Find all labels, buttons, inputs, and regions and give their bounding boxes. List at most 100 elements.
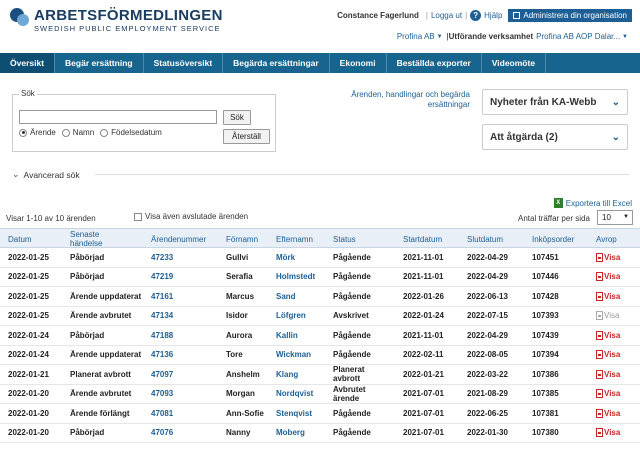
col-startdatum[interactable]: Startdatum [403,229,442,249]
radio-arende[interactable]: Ärende [19,128,56,137]
cell-inkopsorder: 107393 [532,311,559,321]
admin-organisation-button[interactable]: Administrera din organisation [508,9,632,22]
radio-namn[interactable]: Namn [61,128,94,137]
col-slutdatum[interactable]: Slutdatum [467,229,503,249]
cases-help-link[interactable]: Ärenden, handlingar och begärda ersättni… [340,90,470,110]
todo-panel[interactable]: Att åtgärda (2) ⌄ [482,124,628,150]
case-number-link[interactable]: 47233 [151,248,173,267]
col-inkopsorder[interactable]: Inköpsorder [532,229,574,249]
chevron-down-icon[interactable]: ▼ [437,34,443,40]
export-excel-link[interactable]: X Exportera till Excel [553,198,632,208]
nav-statusoversikt[interactable]: Statusöversikt [144,53,224,73]
nav-begar-ersattning[interactable]: Begär ersättning [55,53,144,73]
avrop-link[interactable]: Visa [596,268,620,287]
last-name-link[interactable]: Klang [276,365,298,384]
cell-senaste-handelse: Ärende avbrutet [70,311,132,321]
cell-status: Pågående [333,408,371,418]
news-panel[interactable]: Nyheter från KA-Webb ⌄ [482,89,628,115]
cell-senaste-handelse: Påbörjad [70,252,105,262]
organisation-selector[interactable]: Profina AB ▼ | Utförande verksamhet Prof… [397,32,632,41]
cases-table: Datum Senaste händelse Ärendenummer Förn… [0,228,640,443]
col-fornamn[interactable]: Förnamn [226,229,258,249]
col-status[interactable]: Status [333,229,356,249]
per-page-label: Antal träffar per sida [518,214,590,223]
table-body: 2022-01-25 Påbörjad 47233 Gullvi Mörk Pågåend… [0,248,640,443]
per-page-select[interactable]: 10 ▼ [597,210,633,225]
case-number-link[interactable]: 47093 [151,385,173,404]
cell-startdatum: 2022-01-26 [403,291,444,301]
last-name-link[interactable]: Holmstedt [276,268,315,287]
org-value[interactable]: Profina AB AOP Dalar... [536,32,620,41]
cell-fornamn: Gullvi [226,252,249,262]
cell-slutdatum: 2022-04-29 [467,330,508,340]
radio-fodelsedatum[interactable]: Födelsedatum [100,128,162,137]
cell-datum: 2022-01-25 [8,252,49,262]
avrop-link[interactable]: Visa [596,248,620,267]
last-name-link[interactable]: Nordqvist [276,385,313,404]
logo[interactable]: ARBETSFÖRMEDLINGEN SWEDISH PUBLIC EMPLOY… [10,8,223,34]
col-arendenummer[interactable]: Ärendenummer [151,229,206,249]
nav-begarda-ersattningar[interactable]: Begärda ersättningar [223,53,330,73]
avrop-link[interactable]: Visa [596,326,620,345]
logo-name: ARBETSFÖRMEDLINGEN [34,7,223,24]
chevron-down-icon[interactable]: ▼ [622,34,628,40]
cell-startdatum: 2021-11-01 [403,252,444,262]
last-name-link[interactable]: Stenqvist [276,404,312,423]
col-efternamn[interactable]: Efternamn [276,229,313,249]
cell-status: Avbrutet ärende [333,384,366,403]
pdf-icon [596,350,603,360]
last-name-link[interactable]: Moberg [276,424,305,443]
last-name-link[interactable]: Sand [276,287,296,306]
help-link[interactable]: Hjälp [484,11,502,20]
last-name-link[interactable]: Mörk [276,248,295,267]
avrop-link[interactable]: Visa [596,287,620,306]
reset-button[interactable]: Återställ [223,129,270,144]
case-number-link[interactable]: 47076 [151,424,173,443]
last-name-link[interactable]: Löfgren [276,307,306,326]
avrop-link[interactable]: Visa [596,424,620,443]
table-row: 2022-01-20 Påbörjad 47076 Nanny Moberg Pågåen… [0,424,640,443]
table-row: 2022-01-24 Ärende uppdaterat 47136 Tore Wick… [0,346,640,365]
logo-mark-icon [10,8,30,28]
case-number-link[interactable]: 47097 [151,365,173,384]
avrop-link[interactable]: Visa [596,365,620,384]
cell-startdatum: 2021-07-01 [403,428,444,438]
case-number-link[interactable]: 47219 [151,268,173,287]
cell-fornamn: Morgan [226,389,255,399]
avrop-link: Visa [596,307,619,326]
avrop-link[interactable]: Visa [596,404,620,423]
help-icon[interactable]: ? [470,10,482,21]
case-number-link[interactable]: 47081 [151,404,173,423]
cell-senaste-handelse: Ärende förlängt [70,408,130,418]
case-number-link[interactable]: 47188 [151,326,173,345]
avrop-link[interactable]: Visa [596,385,620,404]
cell-fornamn: Ann-Sofie [226,408,264,418]
company-name[interactable]: Profina AB [397,32,435,41]
case-number-link[interactable]: 47161 [151,287,173,306]
last-name-link[interactable]: Kallin [276,326,298,345]
case-number-link[interactable]: 47134 [151,307,173,326]
show-closed-checkbox[interactable]: Visa även avslutade ärenden [134,212,248,221]
nav-bestallda-exporter[interactable]: Beställda exporter [387,53,482,73]
cell-status: Pågående [333,272,371,282]
nav-ekonomi[interactable]: Ekonomi [330,53,387,73]
logout-link[interactable]: Logga ut [431,11,462,20]
cell-senaste-handelse: Planerat avbrott [70,369,131,379]
nav-oversikt[interactable]: Översikt [0,53,56,73]
cell-inkopsorder: 107439 [532,330,559,340]
case-number-link[interactable]: 47136 [151,346,173,365]
col-senaste-handelse[interactable]: Senaste händelse [70,229,130,249]
nav-videomote[interactable]: Videomöte [482,53,547,73]
col-datum[interactable]: Datum [8,229,32,249]
avrop-link[interactable]: Visa [596,346,620,365]
cell-startdatum: 2021-07-01 [403,389,444,399]
search-type: Ärende Namn Födelsedatum [19,128,168,137]
search-legend: Sök [19,89,37,98]
advanced-search-toggle[interactable]: ⌄ Avancerad sök [12,169,80,180]
cell-inkopsorder: 107428 [532,291,559,301]
search-input[interactable] [19,110,217,124]
last-name-link[interactable]: Wickman [276,346,311,365]
user-name: Constance Fagerlund [337,11,419,20]
search-button[interactable]: Sök [223,110,251,125]
cell-fornamn: Nanny [226,428,251,438]
